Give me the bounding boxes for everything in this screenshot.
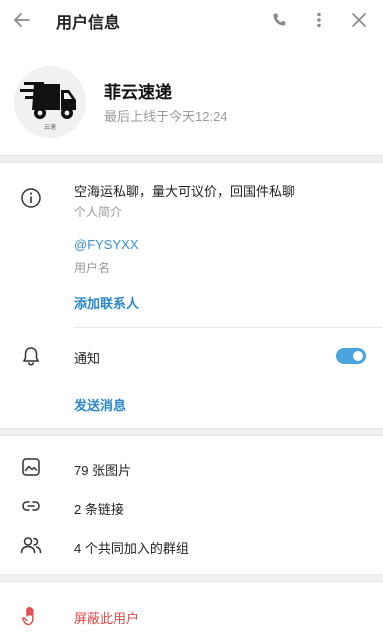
- delivery-truck-icon: 云速: [14, 66, 86, 138]
- page-title: 用户信息: [56, 15, 121, 32]
- arrow-left-icon: [14, 13, 30, 27]
- call-button[interactable]: [265, 6, 293, 34]
- svg-text:云速: 云速: [44, 124, 56, 131]
- info-icon: [19, 186, 43, 210]
- close-button[interactable]: [345, 6, 373, 34]
- section-divider: [0, 574, 383, 582]
- block-user-button[interactable]: 屏蔽此用户: [74, 608, 139, 627]
- section-divider: [0, 428, 383, 436]
- notifications-toggle[interactable]: [336, 348, 366, 364]
- photos-count[interactable]: 79 张图片: [74, 460, 131, 479]
- close-icon: [352, 13, 366, 27]
- common-groups-count[interactable]: 4 个共同加入的群组: [74, 538, 189, 557]
- bio-text: 空海运私聊，量大可议价，回国件私聊: [74, 184, 296, 199]
- photo-icon: [19, 455, 43, 479]
- section-divider: [0, 155, 383, 163]
- more-vertical-icon: [317, 12, 321, 28]
- username-label: 用户名: [74, 261, 111, 275]
- links-count[interactable]: 2 条链接: [74, 499, 124, 518]
- link-icon: [19, 494, 43, 518]
- block-hand-icon: [19, 604, 43, 628]
- add-contact-button[interactable]: 添加联系人: [74, 293, 139, 312]
- bio-label: 个人简介: [74, 205, 123, 219]
- back-button[interactable]: [8, 6, 36, 34]
- group-icon: [19, 533, 43, 557]
- divider-line: [74, 327, 383, 328]
- avatar[interactable]: 云速: [14, 66, 86, 138]
- send-message-button[interactable]: 发送消息: [74, 395, 126, 414]
- profile-section: 云速 菲云速递 最后上线于今天12:24: [0, 40, 383, 156]
- phone-icon: [273, 13, 286, 26]
- bell-icon: [19, 344, 43, 368]
- header-bar: 用户信息: [0, 0, 383, 40]
- username-link[interactable]: @FYSYXX: [74, 237, 139, 252]
- last-seen-status: 最后上线于今天12:24: [104, 109, 228, 124]
- more-button[interactable]: [305, 6, 333, 34]
- profile-name: 菲云速递: [104, 83, 172, 102]
- toggle-knob: [351, 349, 365, 363]
- notifications-label: 通知: [74, 351, 101, 366]
